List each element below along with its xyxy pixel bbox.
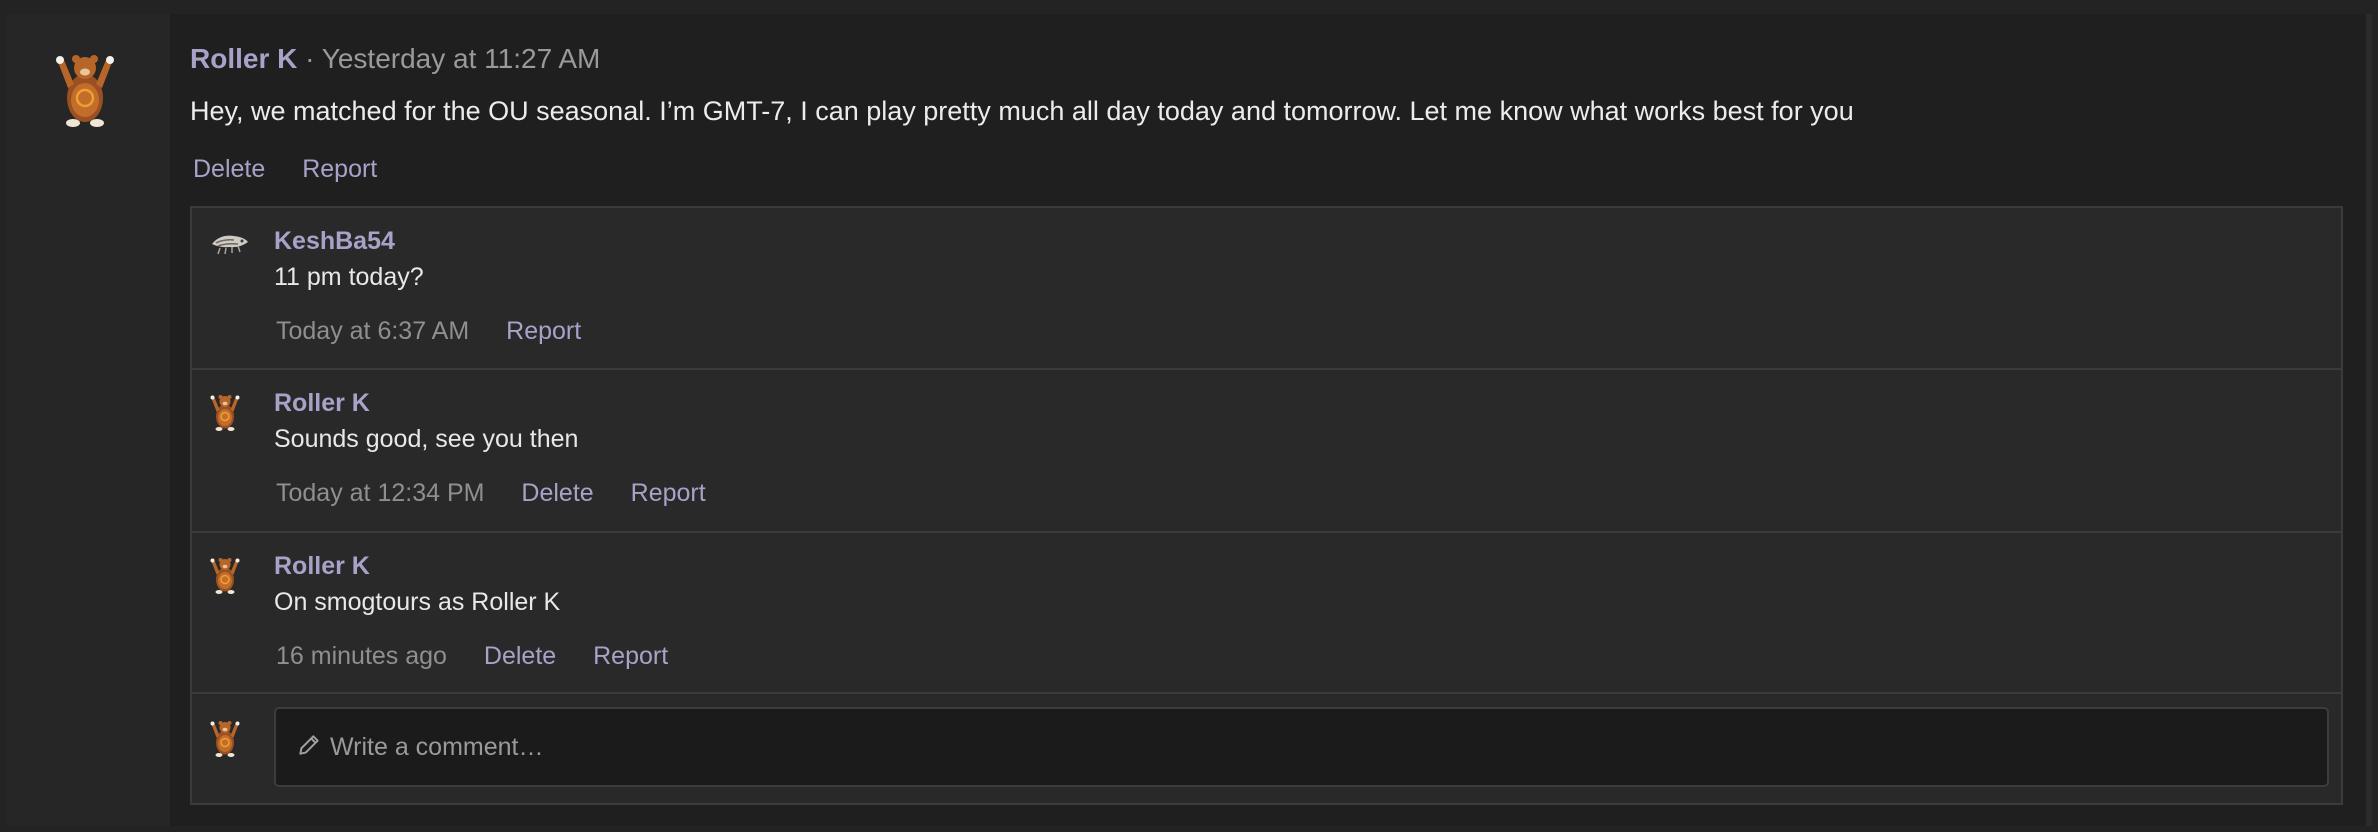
comment-text: On smogtours as Roller K	[274, 588, 561, 616]
comment-meta: 16 minutes ago Delete Report	[276, 641, 668, 671]
comment-timestamp[interactable]: Today at 6:37 AM	[276, 317, 469, 345]
comment-item: KeshBa54 11 pm today? Today at 6:37 AM R…	[192, 208, 2341, 370]
post-body: Hey, we matched for the OU seasonal. I’m…	[190, 96, 1854, 126]
comment-avatar[interactable]	[210, 392, 240, 437]
post-header: Roller K · Yesterday at 11:27 AM	[190, 42, 600, 76]
post-author[interactable]: Roller K	[190, 43, 297, 74]
comment-composer: Write a comment…	[192, 694, 2341, 803]
bear-avatar-icon	[210, 721, 240, 757]
comments-list: KeshBa54 11 pm today? Today at 6:37 AM R…	[190, 206, 2343, 805]
comment-delete-link[interactable]: Delete	[521, 479, 593, 507]
comment-avatar[interactable]	[210, 555, 240, 600]
comment-text: 11 pm today?	[274, 263, 424, 291]
comment-timestamp[interactable]: Today at 12:34 PM	[276, 479, 484, 507]
bear-avatar-icon	[56, 55, 114, 127]
fossil-avatar-icon	[212, 235, 248, 255]
comment-meta: Today at 6:37 AM Report	[276, 316, 581, 346]
bear-avatar-icon	[210, 395, 240, 431]
comment-placeholder: Write a comment…	[330, 732, 544, 761]
comment-item: Roller K Sounds good, see you then Today…	[192, 370, 2341, 533]
bear-avatar-icon	[210, 558, 240, 594]
pencil-icon	[296, 732, 322, 763]
post-avatar[interactable]	[55, 50, 115, 128]
composer-avatar	[210, 718, 240, 763]
post-actions: Delete Report	[193, 153, 377, 185]
header-separator: ·	[305, 43, 315, 74]
comment-report-link[interactable]: Report	[506, 317, 581, 345]
comment-delete-link[interactable]: Delete	[484, 642, 556, 670]
comment-report-link[interactable]: Report	[593, 642, 668, 670]
post-delete-link[interactable]: Delete	[193, 155, 265, 183]
comment-meta: Today at 12:34 PM Delete Report	[276, 478, 706, 508]
comment-author[interactable]: KeshBa54	[274, 226, 395, 256]
comment-input[interactable]: Write a comment…	[274, 707, 2329, 787]
comment-text: Sounds good, see you then	[274, 425, 579, 453]
comment-timestamp[interactable]: 16 minutes ago	[276, 642, 447, 670]
comment-report-link[interactable]: Report	[631, 479, 706, 507]
avatar-column	[6, 14, 170, 826]
comment-avatar[interactable]	[210, 230, 250, 261]
comment-author[interactable]: Roller K	[274, 551, 370, 581]
comment-item: Roller K On smogtours as Roller K 16 min…	[192, 533, 2341, 694]
post-timestamp[interactable]: Yesterday at 11:27 AM	[322, 43, 601, 74]
comment-author[interactable]: Roller K	[274, 388, 370, 418]
post-report-link[interactable]: Report	[302, 155, 377, 183]
